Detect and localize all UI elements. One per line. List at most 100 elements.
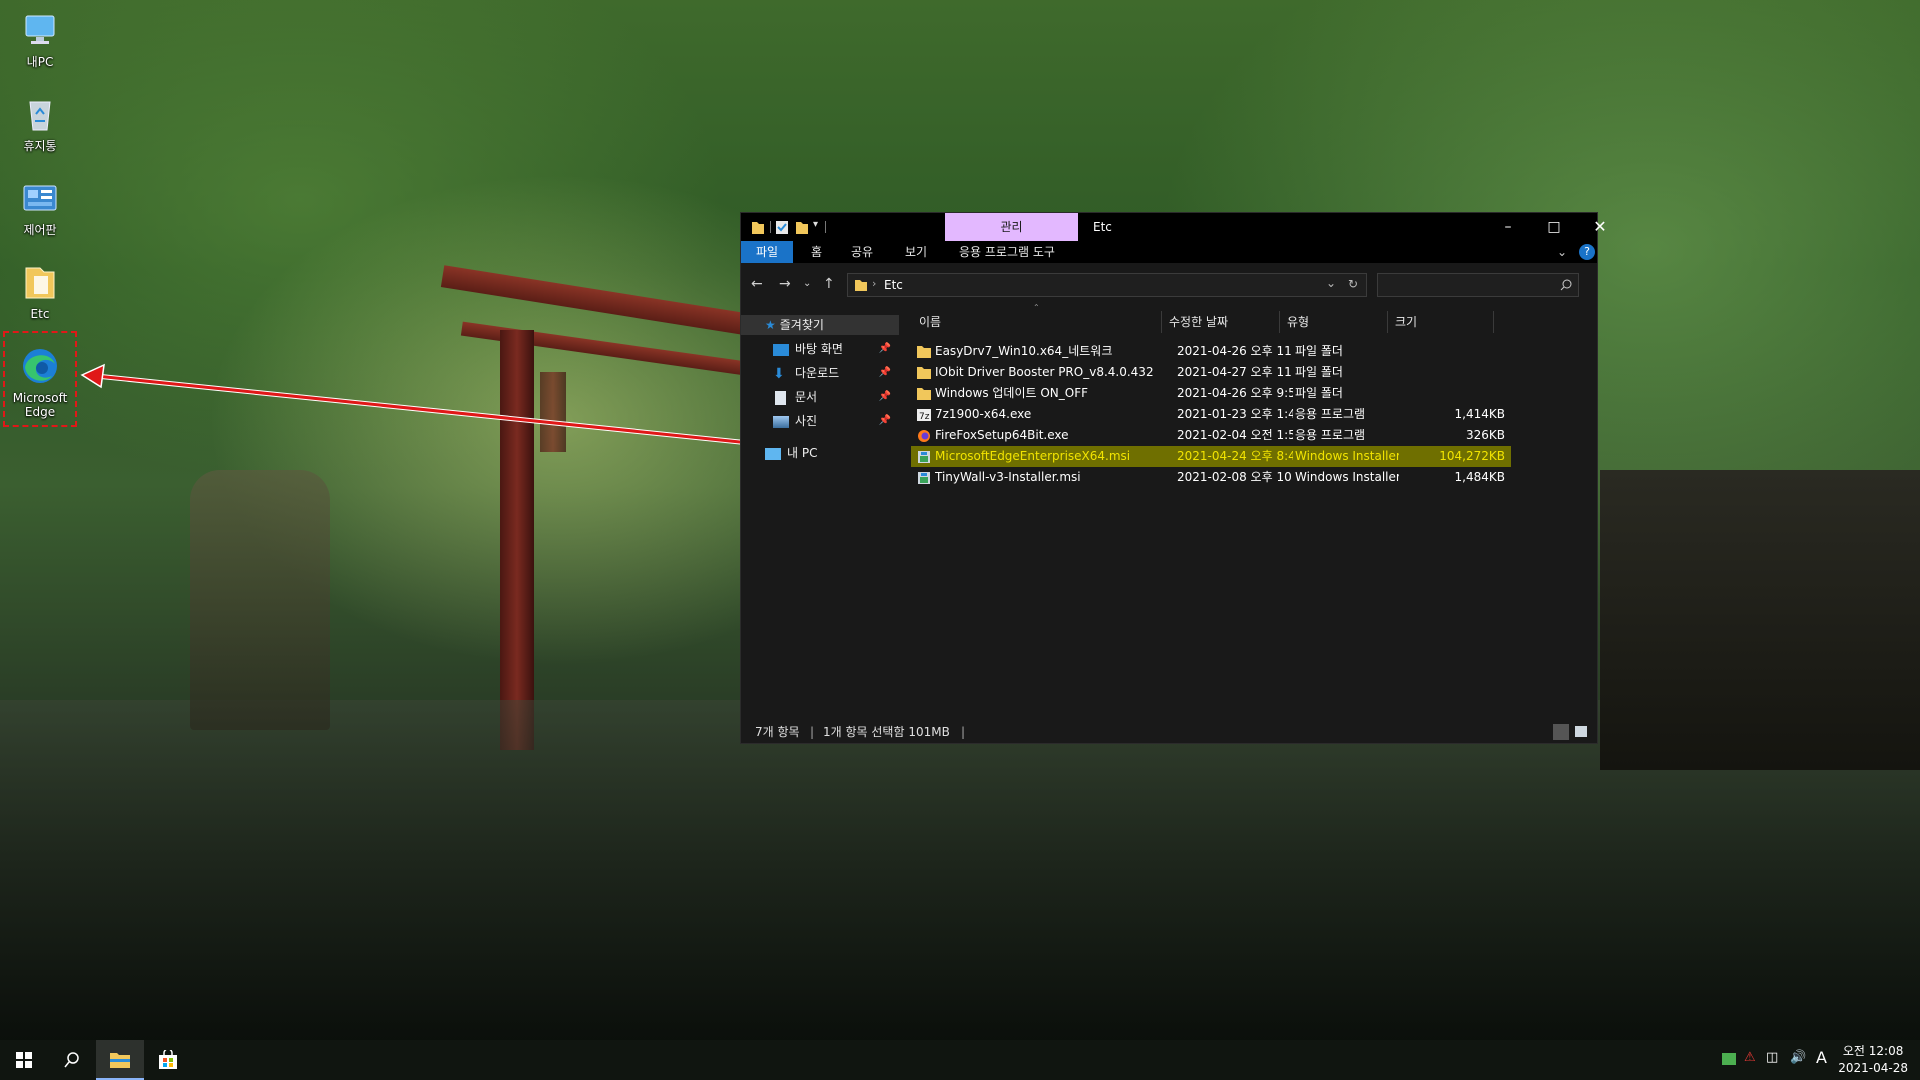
window-title: Etc [1093, 220, 1112, 234]
network-icon[interactable]: ◫ [1766, 1050, 1778, 1070]
status-divider: | [961, 725, 966, 739]
store-icon [159, 1050, 177, 1069]
file-type: 응용 프로그램 [1295, 407, 1366, 421]
minimize-button[interactable]: – [1485, 213, 1531, 241]
file-row[interactable]: Windows 업데이트 ON_OFF 2021-04-26 오후 9:51 파… [911, 383, 1511, 404]
clock-date: 2021-04-28 [1838, 1061, 1908, 1075]
column-divider[interactable] [1161, 311, 1162, 333]
star-icon: ★ [765, 318, 776, 332]
properties-icon[interactable] [775, 220, 789, 235]
expand-ribbon-icon[interactable]: ⌄ [1557, 241, 1567, 263]
file-date: 2021-04-27 오후 11:40 [1177, 365, 1293, 379]
folder-icon [917, 367, 931, 379]
file-date: 2021-02-08 오후 10:57 [1177, 470, 1293, 484]
tray-network-warning-icon[interactable]: ⚠ [1744, 1050, 1756, 1070]
tab-manage[interactable]: 관리 [945, 213, 1078, 241]
tab-file[interactable]: 파일 [741, 241, 793, 263]
nav-label: 바탕 화면 [795, 342, 843, 356]
search-box[interactable] [1377, 273, 1579, 297]
breadcrumb-etc[interactable]: Etc [884, 278, 903, 292]
nav-quick-access[interactable]: ★ 즐겨찾기 [765, 315, 824, 335]
nav-item-documents[interactable]: 문서 📌 [773, 387, 899, 407]
download-icon: ⬇ [773, 365, 785, 382]
column-header-type[interactable]: 유형 [1287, 311, 1309, 333]
sort-ascending-icon: ⌃ [1033, 303, 1040, 312]
search-icon [64, 1052, 79, 1068]
nav-this-pc[interactable]: 내 PC [765, 443, 817, 463]
new-folder-icon[interactable] [795, 220, 809, 235]
search-button[interactable] [48, 1040, 96, 1080]
maximize-button[interactable]: □ [1531, 213, 1577, 241]
file-size: 1,484KB [1454, 470, 1505, 484]
refresh-icon[interactable]: ↻ [1348, 277, 1358, 291]
folder-icon [917, 388, 931, 400]
file-name: EasyDrv7_Win10.x64_네트워크 [935, 344, 1113, 358]
file-type: 파일 폴더 [1295, 344, 1343, 358]
column-header-date[interactable]: 수정한 날짜 [1169, 311, 1228, 333]
nav-item-downloads[interactable]: ⬇ 다운로드 📌 [773, 363, 899, 383]
address-dropdown-icon[interactable]: ⌄ [1326, 276, 1336, 290]
column-header-name[interactable]: 이름 [919, 311, 941, 333]
file-row-selected[interactable]: MicrosoftEdgeEnterpriseX64.msi 2021-04-2… [911, 446, 1511, 467]
item-count: 7개 항목 [755, 725, 800, 739]
tray-app-icon[interactable] [1722, 1050, 1736, 1070]
column-divider[interactable] [1387, 311, 1388, 333]
folder-icon [752, 222, 764, 234]
volume-icon[interactable]: 🔊 [1790, 1050, 1806, 1070]
taskbar-store[interactable] [144, 1040, 192, 1080]
clock[interactable]: 오전 12:08 2021-04-28 [1838, 1043, 1908, 1077]
nav-item-desktop[interactable]: 바탕 화면 📌 [773, 339, 899, 359]
tab-application-tools[interactable]: 응용 프로그램 도구 [959, 241, 1055, 263]
taskbar: ⚠ ◫ 🔊 A 오전 12:08 2021-04-28 [0, 1040, 1920, 1080]
column-divider[interactable] [1493, 311, 1494, 333]
nav-label: 즐겨찾기 [779, 318, 824, 332]
search-input[interactable] [1382, 276, 1546, 296]
file-row[interactable]: TinyWall-v3-Installer.msi 2021-02-08 오후 … [911, 467, 1511, 488]
nav-label: 문서 [795, 390, 818, 404]
title-bar[interactable]: ▾ 관리 Etc – □ ✕ [741, 213, 1607, 241]
input-language-indicator[interactable]: A [1816, 1048, 1827, 1068]
file-date: 2021-01-23 오후 1:41 [1177, 407, 1293, 421]
tab-view[interactable]: 보기 [905, 241, 927, 263]
close-button[interactable]: ✕ [1577, 213, 1623, 241]
file-type: 파일 폴더 [1295, 386, 1343, 400]
breadcrumb-separator-icon: › [872, 277, 877, 290]
pin-icon: 📌 [878, 415, 891, 426]
tab-share[interactable]: 공유 [851, 241, 873, 263]
file-type: 파일 폴더 [1295, 365, 1343, 379]
back-button[interactable]: ← [751, 276, 763, 292]
up-button[interactable]: ↑ [823, 276, 835, 292]
large-icons-view-button[interactable] [1575, 726, 1587, 737]
file-type: Windows Installer... [1295, 449, 1399, 463]
file-explorer-window[interactable]: ▾ 관리 Etc – □ ✕ 파일 홈 공유 보기 응용 프로그램 도구 ⌄ ?… [740, 212, 1607, 744]
file-row[interactable]: 7z 7z1900-x64.exe 2021-01-23 오후 1:41 응용 … [911, 404, 1511, 425]
taskbar-file-explorer[interactable] [96, 1040, 144, 1080]
details-view-button[interactable] [1553, 724, 1569, 740]
start-button[interactable] [0, 1040, 48, 1080]
tab-home[interactable]: 홈 [811, 241, 822, 263]
search-icon [1560, 279, 1572, 291]
file-size: 326KB [1465, 428, 1505, 442]
computer-icon [765, 447, 781, 460]
file-date: 2021-04-26 오후 9:51 [1177, 386, 1293, 400]
address-bar[interactable]: › Etc ⌄ ↻ [847, 273, 1367, 297]
file-type: Windows Installer... [1295, 470, 1399, 484]
forward-button[interactable]: → [779, 276, 791, 292]
pin-icon: 📌 [878, 367, 891, 378]
nav-item-pictures[interactable]: 사진 📌 [773, 411, 899, 431]
file-row[interactable]: EasyDrv7_Win10.x64_네트워크 2021-04-26 오후 11… [911, 341, 1511, 362]
document-icon [775, 390, 786, 405]
file-row[interactable]: IObit Driver Booster PRO_v8.4.0.432 2021… [911, 362, 1511, 383]
windows-logo-icon [16, 1052, 32, 1068]
svg-text:7z: 7z [919, 412, 930, 421]
customize-quick-access-icon[interactable]: ▾ [813, 219, 818, 234]
recent-locations-icon[interactable]: ⌄ [803, 278, 811, 289]
column-header-size[interactable]: 크기 [1395, 311, 1417, 333]
navigation-pane: ★ 즐겨찾기 바탕 화면 📌 ⬇ 다운로드 📌 문서 📌 사진 📌 내 PC [741, 303, 899, 719]
status-bar: 7개 항목 | 1개 항목 선택함 101MB | [741, 721, 1597, 743]
desktop-icon [773, 343, 789, 356]
column-divider[interactable] [1279, 311, 1280, 333]
file-name: MicrosoftEdgeEnterpriseX64.msi [935, 449, 1131, 463]
help-icon[interactable]: ? [1579, 244, 1595, 260]
file-row[interactable]: FireFoxSetup64Bit.exe 2021-02-04 오전 1:56… [911, 425, 1511, 446]
